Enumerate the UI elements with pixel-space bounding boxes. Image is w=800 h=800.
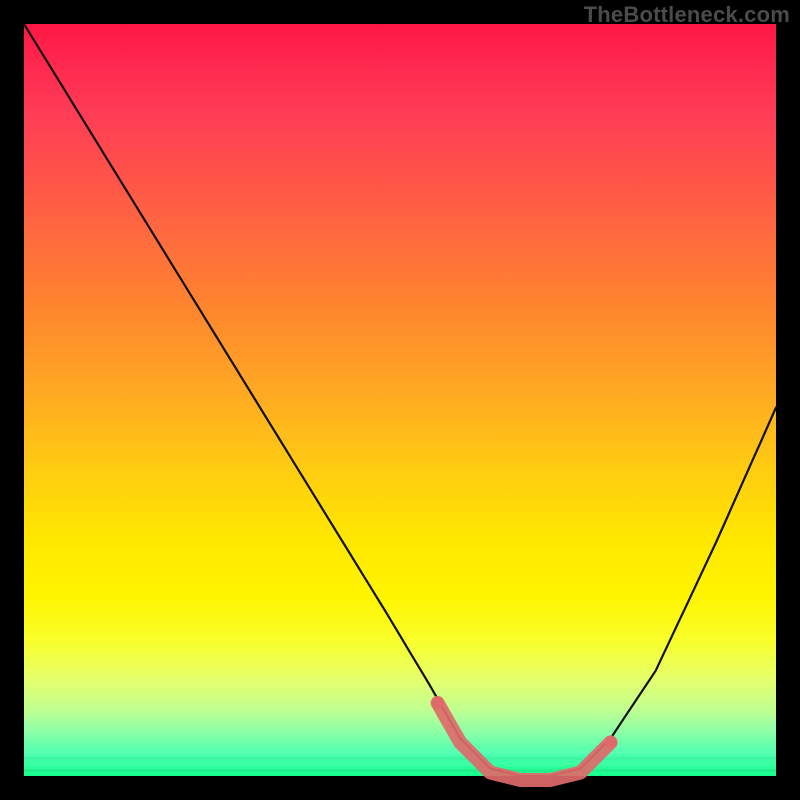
highlight-segment: [438, 703, 611, 780]
watermark-text: TheBottleneck.com: [584, 2, 790, 28]
plot-area: [24, 24, 776, 776]
curve-svg: [24, 24, 776, 776]
bottleneck-curve-line: [24, 24, 776, 776]
highlight-start-dot: [432, 697, 444, 709]
chart-canvas: TheBottleneck.com: [0, 0, 800, 800]
highlight-end-dot: [605, 736, 617, 748]
